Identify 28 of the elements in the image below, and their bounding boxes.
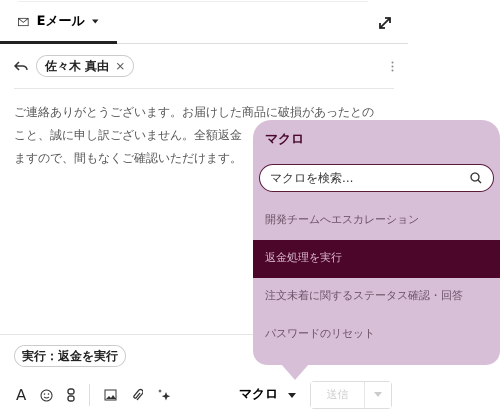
more-options-icon[interactable]	[391, 60, 394, 72]
text-format-icon[interactable]: A	[16, 388, 26, 402]
body-text-line: ご連絡ありがとうございます。お届けした商品に破損があったとの	[14, 104, 374, 121]
link-icon[interactable]	[67, 388, 76, 402]
expand-icon[interactable]	[378, 16, 392, 30]
recipient-chip: 佐々木 真由 ×	[36, 55, 134, 77]
applied-macro-tag: 実行：返金を実行	[14, 345, 126, 367]
caret-icon	[92, 19, 99, 24]
macro-menu-item[interactable]: 開発チームへエスカレーション	[253, 202, 500, 240]
search-icon[interactable]	[470, 172, 482, 184]
remove-button[interactable]: ×	[115, 57, 126, 75]
image-icon[interactable]	[104, 389, 118, 401]
reply-icon[interactable]	[14, 60, 28, 72]
macro-menu-item[interactable]: パスワードのリセット	[253, 316, 500, 354]
macro-button[interactable]: マクロ	[239, 385, 296, 405]
body-text-line: ますので、間もなくご確認いただけます。	[14, 150, 242, 167]
caret-icon	[374, 392, 382, 398]
body-text-line: こと、誠に申し訳ございません。全額返金	[14, 127, 242, 144]
sparkle-icon[interactable]	[157, 388, 172, 402]
macro-menu-item[interactable]: 返金処理を実行	[253, 240, 500, 278]
mail-icon	[18, 16, 29, 26]
emoji-icon[interactable]	[40, 388, 54, 402]
macro-menu-item[interactable]: 注文未着に関するステータス確認・回答	[253, 278, 500, 316]
popover-title: マクロ	[264, 131, 305, 149]
paperclip-icon[interactable]	[131, 388, 144, 402]
tab[interactable]: Eメール	[0, 2, 117, 44]
caret-icon	[288, 392, 296, 398]
macro-search-field[interactable]: マクロを検索...	[259, 164, 494, 192]
